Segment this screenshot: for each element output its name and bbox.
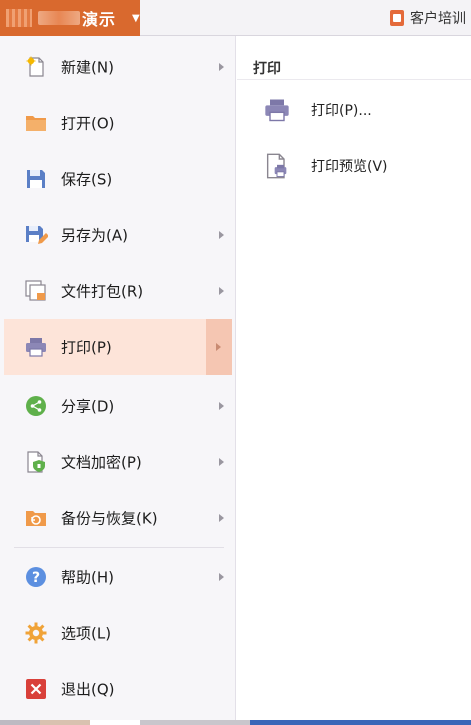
chevron-right-icon bbox=[219, 458, 224, 466]
chevron-right-icon bbox=[219, 287, 224, 295]
submenu-divider bbox=[237, 79, 471, 80]
backup-restore-icon bbox=[24, 506, 48, 530]
file-menu-panel: 新建(N) 打开(O) 保存(S) 另存为(A) 文件打包(R) 打印(P) 分… bbox=[0, 36, 236, 720]
chevron-right-icon bbox=[219, 231, 224, 239]
app-menu-button[interactable]: 演示 ▼ bbox=[0, 0, 140, 36]
menu-item-label: 文件打包(R) bbox=[61, 282, 144, 301]
menu-item-encrypt[interactable]: 文档加密(P) bbox=[4, 434, 232, 490]
menu-item-print[interactable]: 打印(P) bbox=[4, 319, 232, 375]
document-tab-label: 客户培训 bbox=[410, 11, 466, 27]
submenu-title: 打印 bbox=[253, 61, 281, 77]
print-submenu-panel: 打印 打印(P)... 打印预览(V) bbox=[237, 36, 471, 720]
app-title: 演示 bbox=[82, 10, 117, 29]
background-strip bbox=[0, 720, 471, 725]
menu-item-label: 新建(N) bbox=[61, 58, 114, 77]
title-bar: 演示 ▼ 客户培训 bbox=[0, 0, 471, 36]
menu-item-label: 分享(D) bbox=[61, 397, 115, 416]
printer-icon bbox=[263, 96, 291, 124]
share-icon bbox=[24, 394, 48, 418]
app-logo-icon bbox=[6, 9, 32, 27]
menu-item-package[interactable]: 文件打包(R) bbox=[4, 263, 232, 319]
encrypt-doc-icon bbox=[24, 450, 48, 474]
menu-item-label: 备份与恢复(K) bbox=[61, 509, 158, 528]
save-disk-icon bbox=[24, 167, 48, 191]
print-preview-button-label: 打印预览(V) bbox=[311, 159, 388, 175]
print-preview-button[interactable]: 打印预览(V) bbox=[263, 146, 463, 186]
exit-icon bbox=[24, 677, 48, 701]
chevron-right-icon bbox=[219, 63, 224, 71]
menu-item-share[interactable]: 分享(D) bbox=[4, 378, 232, 434]
menu-divider bbox=[14, 547, 224, 548]
print-button[interactable]: 打印(P)... bbox=[263, 90, 463, 130]
menu-item-label: 打开(O) bbox=[61, 114, 115, 133]
menu-item-save-as[interactable]: 另存为(A) bbox=[4, 207, 232, 263]
menu-item-open[interactable]: 打开(O) bbox=[4, 95, 232, 151]
chevron-right-icon bbox=[219, 573, 224, 581]
package-icon bbox=[24, 279, 48, 303]
menu-item-label: 打印(P) bbox=[61, 338, 112, 357]
svg-text:?: ? bbox=[32, 570, 40, 586]
gear-icon bbox=[24, 621, 48, 645]
menu-item-label: 退出(Q) bbox=[61, 680, 115, 699]
menu-item-exit[interactable]: 退出(Q) bbox=[4, 661, 232, 717]
menu-item-options[interactable]: 选项(L) bbox=[4, 605, 232, 661]
menu-item-new[interactable]: 新建(N) bbox=[4, 39, 232, 95]
menu-item-label: 文档加密(P) bbox=[61, 453, 142, 472]
chevron-right-icon bbox=[216, 343, 221, 351]
folder-open-icon bbox=[24, 111, 48, 135]
print-preview-icon bbox=[263, 152, 291, 180]
help-icon: ? bbox=[24, 565, 48, 589]
app-name-redacted bbox=[38, 11, 80, 25]
menu-item-label: 选项(L) bbox=[61, 624, 112, 643]
menu-item-label: 保存(S) bbox=[61, 170, 113, 189]
printer-icon bbox=[24, 335, 48, 359]
print-button-label: 打印(P)... bbox=[311, 103, 372, 119]
menu-item-label: 帮助(H) bbox=[61, 568, 114, 587]
menu-item-save[interactable]: 保存(S) bbox=[4, 151, 232, 207]
chevron-down-icon: ▼ bbox=[132, 12, 140, 24]
new-doc-icon bbox=[24, 55, 48, 79]
save-as-icon bbox=[24, 223, 48, 247]
menu-item-help[interactable]: ? 帮助(H) bbox=[4, 549, 232, 605]
document-tab[interactable]: 客户培训 bbox=[390, 0, 466, 36]
menu-item-backup[interactable]: 备份与恢复(K) bbox=[4, 490, 232, 546]
chevron-right-icon bbox=[219, 514, 224, 522]
chevron-right-icon bbox=[219, 402, 224, 410]
menu-item-label: 另存为(A) bbox=[61, 226, 128, 245]
presentation-doc-icon bbox=[390, 10, 404, 26]
